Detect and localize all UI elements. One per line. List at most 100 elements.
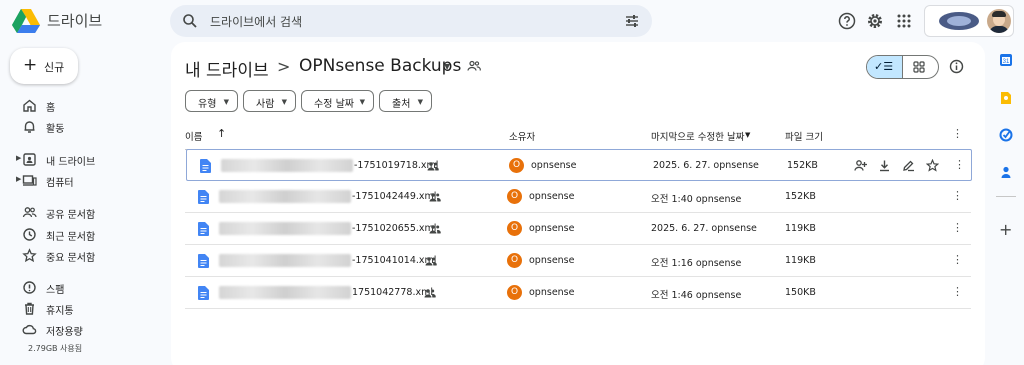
sidebar-item-home[interactable]: 홈 bbox=[0, 96, 160, 116]
redacted-filename-prefix bbox=[221, 159, 353, 172]
more-options-icon[interactable]: ⋮ bbox=[952, 189, 963, 202]
file-name[interactable]: -1751041014.xml bbox=[352, 255, 436, 266]
file-size: 119KB bbox=[785, 223, 816, 234]
organization-logo bbox=[939, 12, 979, 30]
column-header-name[interactable]: 이름 bbox=[185, 129, 202, 143]
expand-arrow-icon[interactable]: ▶ bbox=[16, 175, 21, 183]
shared-icon bbox=[425, 257, 437, 266]
share-icon[interactable] bbox=[854, 159, 867, 172]
modified-date: 오전 1:40 opnsense bbox=[651, 194, 742, 205]
calendar-icon[interactable]: 31 bbox=[999, 53, 1013, 67]
sidebar-item-trash[interactable]: 휴지통 bbox=[0, 299, 160, 319]
list-view-button[interactable]: ✓☰ bbox=[867, 56, 903, 78]
search-options-icon[interactable] bbox=[624, 13, 640, 29]
sort-ascending-icon[interactable]: ↑ bbox=[217, 127, 226, 140]
info-icon[interactable] bbox=[949, 59, 964, 74]
expand-arrow-icon[interactable]: ▶ bbox=[16, 154, 21, 162]
rename-icon[interactable] bbox=[902, 159, 915, 172]
sidebar-item-activity[interactable]: 활동 bbox=[0, 117, 160, 137]
sidebar-item-label: 활동 bbox=[46, 124, 65, 135]
owner-name: opnsense bbox=[529, 223, 575, 234]
redacted-filename-prefix bbox=[219, 190, 351, 203]
owner-avatar: O bbox=[507, 189, 522, 204]
search-bar[interactable]: 드라이브에서 검색 bbox=[170, 5, 652, 37]
view-toggle[interactable]: ✓☰ bbox=[866, 55, 939, 79]
breadcrumb-current-folder[interactable]: OPNsense Backups bbox=[299, 56, 461, 76]
more-options-icon[interactable]: ⋮ bbox=[952, 253, 963, 266]
sidebar-item-shared[interactable]: 공유 문서함 bbox=[0, 203, 160, 223]
search-input[interactable]: 드라이브에서 검색 bbox=[210, 13, 302, 30]
sidebar-item-label: 홈 bbox=[46, 103, 56, 114]
keep-icon[interactable] bbox=[999, 91, 1013, 105]
get-addons-plus-icon[interactable]: + bbox=[999, 222, 1012, 238]
file-size: 150KB bbox=[785, 287, 816, 298]
sidebar-item-label: 저장용량 bbox=[46, 327, 83, 338]
table-row[interactable]: -1751020655.xml O opnsense 2025. 6. 27. … bbox=[185, 213, 971, 245]
bell-icon bbox=[24, 121, 35, 133]
avatar[interactable] bbox=[987, 9, 1011, 33]
search-icon[interactable] bbox=[182, 13, 198, 29]
chevron-down-icon: ▼ bbox=[223, 98, 229, 106]
sort-caret-icon[interactable]: ▼ bbox=[745, 131, 750, 139]
file-name[interactable]: 1751042778.xml bbox=[352, 287, 433, 298]
rail-divider bbox=[996, 196, 1016, 197]
top-bar: 드라이브 드라이브에서 검색 bbox=[0, 0, 1024, 44]
owner-name: opnsense bbox=[531, 160, 577, 171]
sidebar-item-storage[interactable]: 저장용량 bbox=[0, 320, 160, 340]
sidebar-item-recent[interactable]: 최근 문서함 bbox=[0, 225, 160, 245]
owner-name: opnsense bbox=[529, 287, 575, 298]
sidebar-item-label: 공유 문서함 bbox=[46, 210, 96, 221]
redacted-filename-prefix bbox=[219, 254, 351, 267]
table-row[interactable]: -1751042449.xml O opnsense 오전 1:40 opnse… bbox=[185, 181, 971, 213]
table-row[interactable]: 1751042778.xml O opnsense 오전 1:46 opnsen… bbox=[185, 277, 971, 309]
main-panel: 내 드라이브 > OPNsense Backups ▼ ✓☰ 유형 ▼ 사람 ▼ 수… bbox=[171, 42, 985, 365]
modified-date: 오전 1:16 opnsense bbox=[651, 258, 742, 269]
drive-logo-icon[interactable] bbox=[12, 9, 40, 33]
cloud-icon bbox=[22, 324, 37, 335]
file-name[interactable]: -1751019718.xml bbox=[354, 160, 438, 171]
modified-date: 오전 1:46 opnsense bbox=[651, 290, 742, 301]
filter-modified-chip[interactable]: 수정 날짜 ▼ bbox=[301, 90, 374, 112]
chevron-down-icon: ▼ bbox=[281, 98, 287, 106]
sidebar-item-spam[interactable]: 스팸 bbox=[0, 278, 160, 298]
owner-avatar: O bbox=[509, 158, 524, 173]
table-row[interactable]: -1751041014.xml O opnsense 오전 1:16 opnse… bbox=[185, 245, 971, 277]
settings-icon[interactable] bbox=[866, 12, 884, 30]
download-icon[interactable] bbox=[878, 159, 891, 172]
file-name[interactable]: -1751042449.xml bbox=[352, 191, 436, 202]
new-button[interactable]: + 신규 bbox=[10, 48, 78, 84]
chevron-down-icon: ▼ bbox=[359, 98, 365, 106]
breadcrumb-my-drive[interactable]: 내 드라이브 bbox=[185, 56, 269, 81]
chevron-down-icon: ▼ bbox=[417, 98, 423, 106]
computer-icon bbox=[22, 175, 37, 186]
apps-icon[interactable] bbox=[895, 12, 913, 30]
more-options-icon[interactable]: ⋮ bbox=[952, 127, 963, 140]
tasks-icon[interactable] bbox=[999, 128, 1013, 142]
table-row[interactable]: -1751019718.xml O opnsense 2025. 6. 27. … bbox=[186, 149, 972, 181]
column-header-size[interactable]: 파일 크기 bbox=[785, 129, 823, 143]
star-icon[interactable] bbox=[926, 159, 939, 172]
column-header-modified[interactable]: 마지막으로 수정한 날짜 bbox=[651, 129, 744, 143]
folder-menu-caret-icon[interactable]: ▼ bbox=[444, 62, 450, 71]
app-name[interactable]: 드라이브 bbox=[47, 10, 102, 31]
account-switcher[interactable] bbox=[924, 5, 1014, 37]
grid-view-icon[interactable] bbox=[913, 61, 925, 73]
help-icon[interactable] bbox=[838, 12, 856, 30]
more-options-icon[interactable]: ⋮ bbox=[952, 221, 963, 234]
star-icon bbox=[22, 248, 37, 263]
filter-people-chip[interactable]: 사람 ▼ bbox=[243, 90, 296, 112]
filter-label: 출처 bbox=[392, 99, 411, 110]
more-options-icon[interactable]: ⋮ bbox=[952, 285, 963, 298]
more-options-icon[interactable]: ⋮ bbox=[954, 158, 965, 171]
sidebar-item-starred[interactable]: 중요 문서함 bbox=[0, 246, 160, 266]
owner-name: opnsense bbox=[529, 191, 575, 202]
file-name[interactable]: -1751020655.xml bbox=[352, 223, 436, 234]
filter-type-chip[interactable]: 유형 ▼ bbox=[185, 90, 238, 112]
my-drive-icon bbox=[23, 153, 36, 166]
sidebar-item-label: 내 드라이브 bbox=[46, 157, 96, 168]
filter-source-chip[interactable]: 출처 ▼ bbox=[379, 90, 432, 112]
sidebar-item-computers[interactable]: ▶ 컴퓨터 bbox=[0, 171, 160, 191]
contacts-icon[interactable] bbox=[999, 165, 1013, 179]
column-header-owner[interactable]: 소유자 bbox=[509, 129, 535, 143]
sidebar-item-my-drive[interactable]: ▶ 내 드라이브 bbox=[0, 150, 160, 170]
